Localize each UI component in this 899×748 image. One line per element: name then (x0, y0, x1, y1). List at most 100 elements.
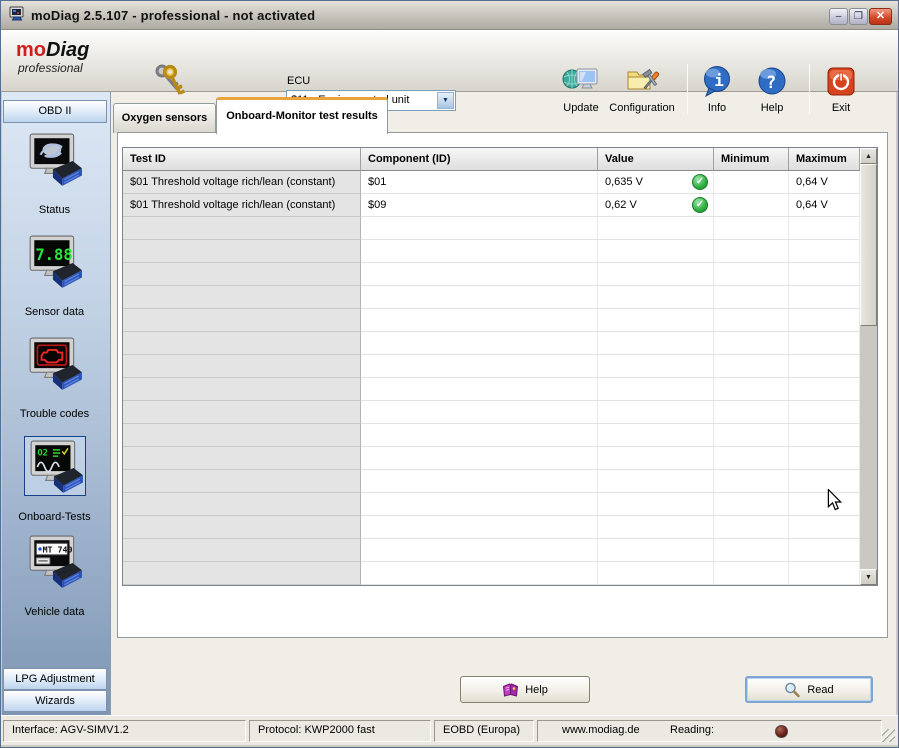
reading-label: Reading: (670, 724, 715, 736)
cell-component-id (361, 401, 598, 424)
read-button-label: Read (807, 683, 834, 696)
cell-test-id (123, 217, 361, 240)
cell-component-id (361, 263, 598, 286)
table-row[interactable] (123, 539, 860, 562)
close-button[interactable]: ✕ (869, 8, 892, 25)
scroll-down-icon[interactable]: ▼ (860, 569, 877, 585)
cell-test-id (123, 562, 361, 585)
cell-minimum (714, 516, 789, 539)
cell-test-id: $01 Threshold voltage rich/lean (constan… (123, 194, 361, 217)
cell-component-id (361, 240, 598, 263)
resize-grip[interactable] (882, 729, 895, 742)
table-row[interactable] (123, 493, 860, 516)
table-row[interactable]: $01 Threshold voltage rich/lean (constan… (123, 194, 860, 217)
table-row[interactable] (123, 309, 860, 332)
svg-text:MT 740: MT 740 (42, 545, 72, 555)
table-row[interactable] (123, 286, 860, 309)
brand-diag: Diag (46, 39, 90, 61)
cell-value (598, 240, 714, 263)
table-row[interactable] (123, 378, 860, 401)
tab-oxygen-sensors[interactable]: Oxygen sensors (113, 103, 216, 133)
cell-maximum (789, 217, 860, 240)
table-row[interactable] (123, 263, 860, 286)
table-row[interactable] (123, 240, 860, 263)
column-header-test-id[interactable]: Test ID (123, 148, 361, 171)
table-row[interactable] (123, 401, 860, 424)
scroll-up-icon[interactable]: ▲ (860, 148, 877, 164)
cell-value (598, 355, 714, 378)
cell-value (598, 539, 714, 562)
cell-component-id (361, 562, 598, 585)
sidebar-item-label: Vehicle data (24, 606, 85, 618)
sidebar-item-trouble-codes[interactable]: Trouble codes (0, 334, 109, 420)
scrollbar-thumb[interactable] (860, 164, 877, 326)
table-row[interactable] (123, 470, 860, 493)
tab-onboard-monitor-test-results[interactable]: Onboard-Monitor test results (216, 97, 388, 134)
table-row[interactable] (123, 447, 860, 470)
vertical-scrollbar[interactable]: ▲ ▼ (860, 148, 877, 585)
brand-subtitle: professional (18, 61, 83, 75)
table-row[interactable] (123, 332, 860, 355)
cell-minimum (714, 240, 789, 263)
cell-test-id (123, 355, 361, 378)
status-standard: EOBD (Europa) (434, 720, 534, 742)
cell-value (598, 309, 714, 332)
pass-check-icon: ✓ (692, 197, 708, 213)
globe-monitor-icon (549, 62, 613, 100)
window-title: moDiag 2.5.107 - professional - not acti… (31, 7, 316, 23)
exit-button[interactable]: Exit (813, 62, 869, 114)
status-bar: Interface: AGV-SIMV1.2 Protocol: KWP2000… (1, 715, 898, 745)
configuration-button[interactable]: Configuration (607, 62, 677, 114)
minimize-button[interactable]: – (829, 8, 848, 25)
sidebar-item-status[interactable]: Status (0, 130, 109, 216)
column-header-value[interactable]: Value (598, 148, 714, 171)
column-header-component-id[interactable]: Component (ID) (361, 148, 598, 171)
cell-value: 0,62 V ✓ (598, 194, 714, 217)
table-row[interactable] (123, 562, 860, 585)
cell-test-id (123, 424, 361, 447)
table-row[interactable] (123, 217, 860, 240)
cell-test-id (123, 286, 361, 309)
cell-test-id (123, 263, 361, 286)
table-row[interactable] (123, 516, 860, 539)
cell-minimum (714, 263, 789, 286)
status-right-panel: www.modiag.de Reading: (537, 720, 882, 742)
keys-icon (133, 62, 205, 100)
cell-maximum (789, 332, 860, 355)
chevron-down-icon[interactable]: ▼ (437, 92, 454, 109)
cell-component-id (361, 516, 598, 539)
brand-mo: mo (16, 39, 46, 61)
sidebar-header-obd2[interactable]: OBD II (3, 100, 107, 123)
sidebar-item-onboard-tests[interactable]: O2 Onboard-Tests (0, 436, 109, 523)
cell-minimum (714, 562, 789, 585)
sidebar-button-lpg-adjustment[interactable]: LPG Adjustment (3, 668, 107, 690)
table-row[interactable] (123, 424, 860, 447)
update-button[interactable]: Update (549, 62, 613, 114)
cell-component-id (361, 286, 598, 309)
cell-minimum (714, 309, 789, 332)
cell-maximum (789, 286, 860, 309)
column-header-minimum[interactable]: Minimum (714, 148, 789, 171)
read-button[interactable]: Read (745, 676, 873, 703)
website-link[interactable]: www.modiag.de (562, 724, 640, 736)
cell-value (598, 493, 714, 516)
sidebar-button-wizards[interactable]: Wizards (3, 690, 107, 712)
cell-value (598, 217, 714, 240)
cell-minimum (714, 378, 789, 401)
power-icon (813, 62, 869, 100)
title-bar[interactable]: moDiag 2.5.107 - professional - not acti… (1, 1, 898, 30)
help-button[interactable]: Help (460, 676, 590, 703)
maximize-button[interactable]: ❐ (849, 8, 868, 25)
table-row[interactable] (123, 355, 860, 378)
help-toolbar-button[interactable]: ? Help (744, 62, 800, 114)
cell-minimum (714, 286, 789, 309)
configuration-label: Configuration (609, 102, 675, 114)
sidebar-item-sensor-data[interactable]: 7.88 Sensor data (0, 232, 109, 318)
cell-component-id (361, 470, 598, 493)
table-row[interactable]: $01 Threshold voltage rich/lean (constan… (123, 171, 860, 194)
selected-item-frame: O2 (23, 436, 86, 496)
sidebar-item-vehicle-data[interactable]: MT 740 Vehicle data (0, 532, 109, 618)
info-button[interactable]: i Info (689, 62, 745, 114)
column-header-maximum[interactable]: Maximum (789, 148, 860, 171)
results-table: Test ID Component (ID) Value Minimum Max… (122, 147, 878, 586)
